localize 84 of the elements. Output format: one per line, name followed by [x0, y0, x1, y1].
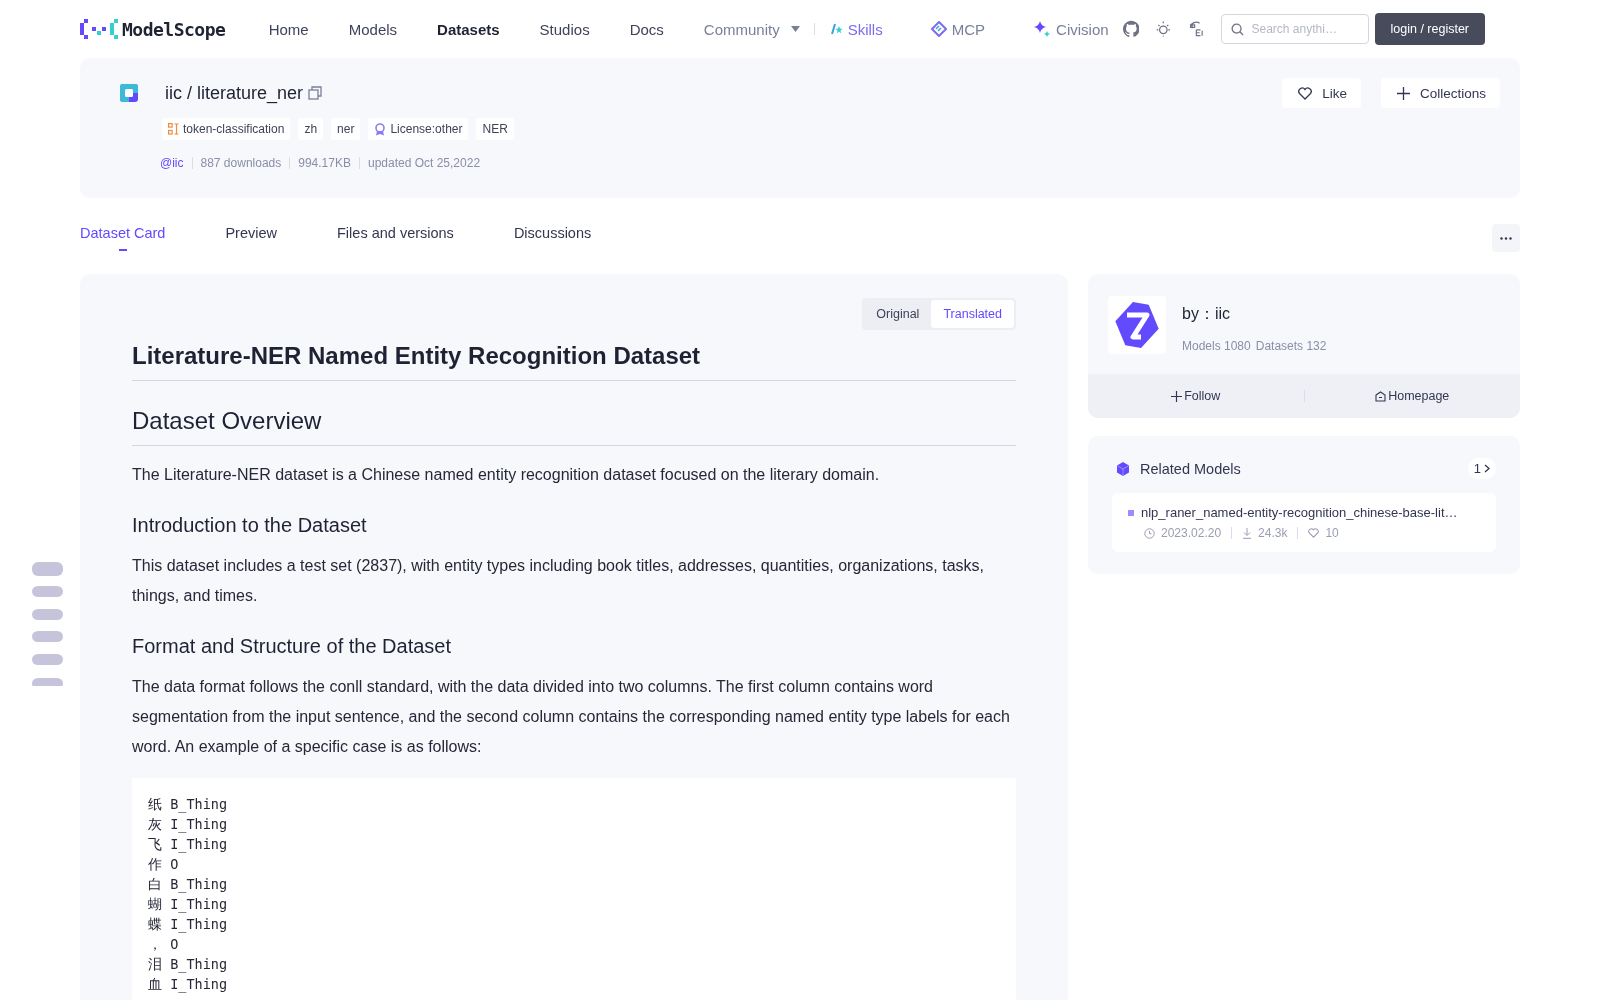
- related-models-title: Related Models: [1140, 460, 1241, 477]
- nav-link[interactable]: Models: [334, 20, 412, 38]
- paragraph: The data format follows the conll standard, with the data divided into two columns. The first column contains word segmentation from the input sentence, and the second column contains the corresponding named entity type labels for each word. An example of a specific case is as follows:: [132, 677, 1011, 757]
- tag[interactable]: token-classification: [162, 118, 291, 140]
- tag[interactable]: zh: [298, 118, 324, 140]
- article-title: Literature-NER Named Entity Recognition Dataset: [132, 342, 1016, 381]
- badge-icon: [374, 122, 387, 136]
- author-link[interactable]: @iic: [160, 156, 184, 170]
- model-likes: 10: [1325, 526, 1339, 540]
- code-line: 蝴 I_Thing: [148, 895, 229, 914]
- homepage-button[interactable]: Homepage: [1304, 388, 1520, 404]
- more-icon: [1500, 236, 1512, 240]
- repo-owner[interactable]: iic: [165, 82, 182, 104]
- model-name[interactable]: nlp_raner_named-entity-recognition_chinese-base-lit…: [1141, 505, 1458, 520]
- paragraph: The Literature-NER dataset is a Chinese named entity recognition dataset focused on the literary domain.: [132, 465, 881, 485]
- logo-icon: [80, 19, 118, 39]
- nav-link[interactable]: Civision: [1019, 20, 1123, 38]
- cube-icon: [1116, 461, 1130, 476]
- outline-markers-icon[interactable]: [32, 562, 64, 686]
- code-line: 血 I_Thing: [148, 975, 229, 994]
- tag[interactable]: License:other: [368, 118, 469, 140]
- toggle-option[interactable]: Translated: [931, 300, 1014, 328]
- tab[interactable]: Discussions: [513, 225, 592, 251]
- tab[interactable]: Preview: [225, 225, 277, 251]
- nav-link[interactable]: Home: [254, 20, 323, 38]
- paragraph: This dataset includes a test set (2837), with entity types including book titles, addresses, quantities, organizations, tasks, things, and times.: [132, 556, 985, 606]
- model-date: 2023.02.20: [1161, 526, 1222, 540]
- code-line: 作 O: [148, 855, 180, 874]
- meta-text: 994.17KB: [298, 156, 351, 170]
- tag[interactable]: NER: [476, 118, 514, 140]
- repo-slash: /: [187, 82, 192, 104]
- section-heading: Dataset Overview: [132, 407, 1016, 446]
- tag[interactable]: ner: [331, 118, 361, 140]
- toggle-option[interactable]: Original: [864, 300, 932, 328]
- square-icon: [1128, 509, 1134, 516]
- nav-link[interactable]: Skills: [814, 20, 897, 38]
- login-button[interactable]: login / register: [1374, 13, 1485, 45]
- tab[interactable]: Files and versions: [337, 225, 454, 251]
- search-field[interactable]: Search anythi…: [1220, 14, 1369, 44]
- owner-name[interactable]: by：iic: [1182, 304, 1327, 325]
- model-downloads: 24.3k: [1258, 526, 1288, 540]
- stat-text: Datasets 132: [1255, 339, 1327, 353]
- avatar[interactable]: [1108, 296, 1166, 354]
- plus-icon: [1171, 390, 1183, 402]
- code-line: 灰 I_Thing: [148, 815, 229, 834]
- subsection-heading: Format and Structure of the Dataset: [132, 635, 453, 658]
- dataset-icon: [120, 84, 138, 102]
- nav-link[interactable]: MCP: [916, 20, 1000, 38]
- code-line: 纸 B_Thing: [148, 795, 229, 814]
- subsection-heading: Introduction to the Dataset: [132, 514, 368, 537]
- sparkle-icon: [1033, 20, 1052, 38]
- collections-button[interactable]: Collections: [1380, 78, 1500, 108]
- heart-icon: [1308, 528, 1320, 538]
- count-button[interactable]: 1: [1467, 458, 1496, 479]
- sparkle-icon: [828, 23, 843, 35]
- caret-icon: [790, 26, 800, 32]
- download-icon: [1242, 527, 1253, 539]
- brand-name[interactable]: ModelScope: [122, 18, 226, 40]
- repo-name: literature_ner: [197, 82, 304, 104]
- code-line: 白 B_Thing: [148, 875, 229, 894]
- code-line: ， O: [148, 935, 180, 954]
- follow-button[interactable]: Follow: [1088, 388, 1304, 404]
- tab[interactable]: Dataset Card: [80, 225, 166, 251]
- meta-text: updated Oct 25,2022: [367, 156, 481, 170]
- stat-text: Models 1080: [1182, 339, 1251, 353]
- plus-icon: [1396, 86, 1410, 100]
- nav-link[interactable]: Docs: [615, 20, 678, 38]
- nav-link[interactable]: Community: [689, 20, 814, 38]
- home-icon: [1375, 390, 1387, 402]
- heart-icon: [1298, 86, 1313, 100]
- nav-link[interactable]: Studios: [525, 20, 604, 38]
- task-icon: [168, 123, 179, 135]
- model-item[interactable]: nlp_raner_named-entity-recognition_chinese-base-lit… 2023.02.20 24.3k 10: [1112, 493, 1496, 552]
- clock-icon: [1144, 527, 1155, 539]
- meta-text: 887 downloads: [200, 156, 282, 170]
- nav-link[interactable]: Datasets: [423, 20, 514, 38]
- diamond-icon: [930, 21, 947, 37]
- github-icon[interactable]: [1122, 19, 1140, 39]
- code-line: 泪 B_Thing: [148, 955, 229, 974]
- like-button[interactable]: Like: [1282, 78, 1361, 108]
- code-line: 飞 I_Thing: [148, 835, 229, 854]
- chevron-right-icon: [1484, 464, 1490, 473]
- code-line: 蝶 I_Thing: [148, 915, 229, 934]
- copy-icon[interactable]: [308, 86, 323, 100]
